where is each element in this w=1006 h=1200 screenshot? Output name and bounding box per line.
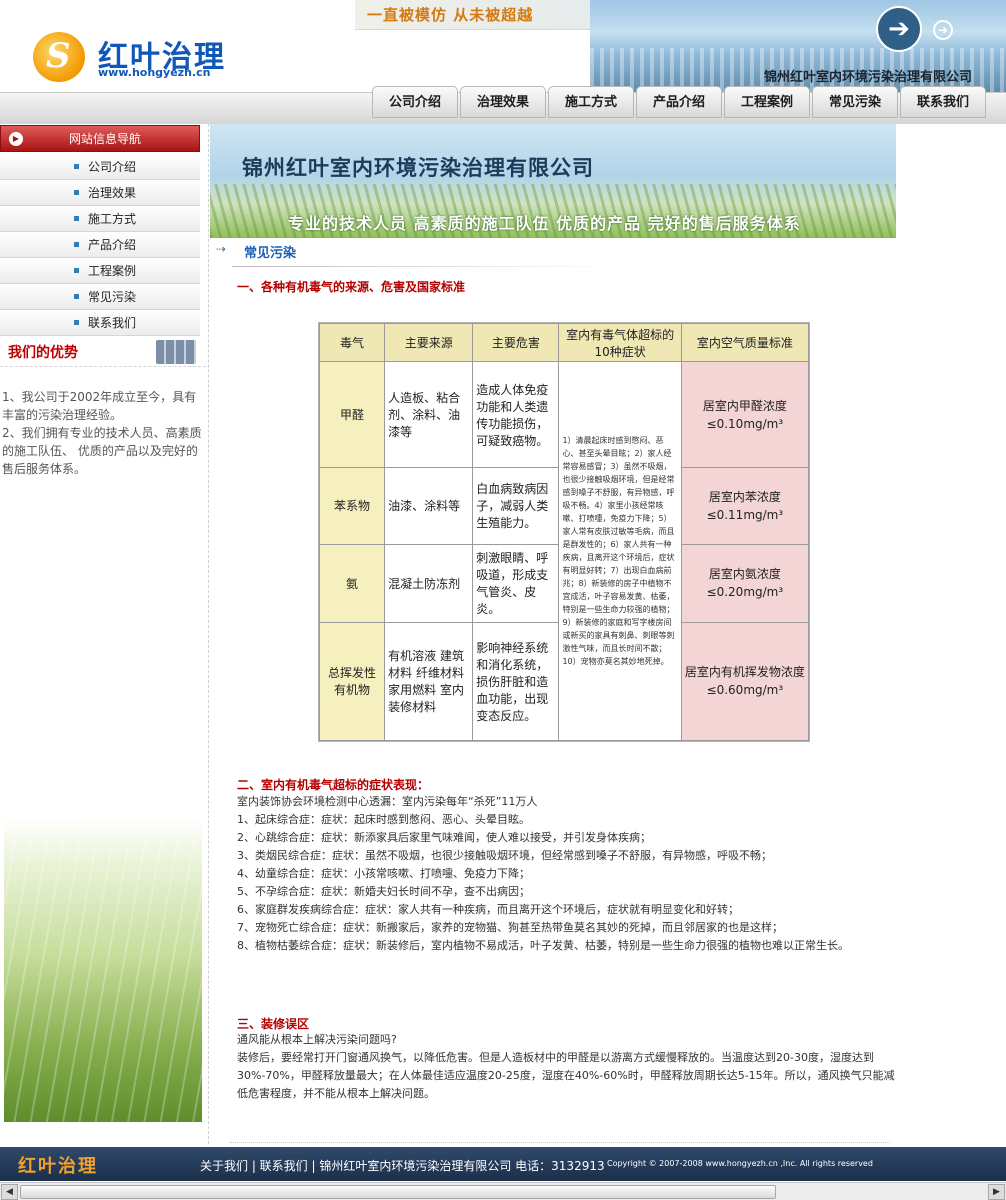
sidebar-title: ▶ 网站信息导航 xyxy=(0,125,200,152)
table-cell-standard: 居室内氨浓度≤0.20mg/m³ xyxy=(680,543,810,623)
table-cell-name: 苯系物 xyxy=(318,467,386,545)
table-cell-source: 人造板、粘合剂、涂料、油漆等 xyxy=(384,361,474,469)
table-cell-source: 有机溶液 建筑材料 纤维材料 家用燃料 室内装修材料 xyxy=(384,621,474,742)
nav-cases[interactable]: 工程案例 xyxy=(724,86,810,118)
toxin-table-image: 毒气 主要来源 主要危害 室内有毒气体超标的10种症状 室内空气质量标准 甲醛 … xyxy=(318,322,810,742)
divider xyxy=(230,1142,890,1143)
text-line: 2、心跳综合症：症状：新添家具后家里气味难闻，使人难以接受，并引发身体疾病； xyxy=(237,831,651,844)
text-line: 6、家庭群发疾病综合症：症状：家人共有一种疾病，而且离开这个环境后，症状就有明显… xyxy=(237,903,739,916)
text-line: 室内装饰协会环境检测中心透漏：室内污染每年“杀死”11万人 xyxy=(237,795,538,808)
scroll-left-icon[interactable]: ◀ xyxy=(1,1184,18,1200)
text-line: 通风能从根本上解决污染问题吗? xyxy=(237,1033,397,1046)
advantages-title: 我们的优势 xyxy=(8,345,78,361)
text-line: 5、不孕综合症：症状：新婚夫妇长时间不孕，查不出病因； xyxy=(237,885,530,898)
advantage-item: 2、我们拥有专业的技术人员、高素质的施工队伍、 优质的产品以及完好的售后服务体系… xyxy=(2,426,202,476)
text-line: 8、植物枯萎综合症：症状：新装修后，室内植物不易成活，叶子发黄、枯萎，特别是一些… xyxy=(237,939,849,952)
logo-icon xyxy=(33,32,85,82)
table-cell-source: 油漆、涂料等 xyxy=(384,467,474,545)
table-header: 室内有毒气体超标的10种症状 xyxy=(558,322,682,363)
table-cell-standard: 居室内苯浓度≤0.11mg/m³ xyxy=(680,467,810,545)
nav-results[interactable]: 治理效果 xyxy=(460,86,546,118)
text-line: 装修后，要经常打开门窗通风换气，以降低危害。但是人造板材中的甲醛是以游离方式缓慢… xyxy=(237,1051,895,1100)
scrollbar-thumb[interactable] xyxy=(20,1185,776,1199)
sidebar-item-contact[interactable]: 联系我们 xyxy=(0,310,200,336)
table-cell-harm: 造成人体免疫功能和人类遗传功能损伤，可疑致癌物。 xyxy=(472,361,560,469)
footer-links[interactable]: 关于我们 | 联系我们 | 锦州红叶室内环境污染治理有限公司 电话：313291… xyxy=(200,1157,605,1174)
advantages-text: 1、我公司于2002年成立至今，具有丰富的污染治理经验。 2、我们拥有专业的技术… xyxy=(2,388,206,478)
banner-title: 锦州红叶室内环境污染治理有限公司 xyxy=(242,156,594,180)
page: { "header": { "slogan": "一直被模仿 从未被超越", "… xyxy=(0,0,1006,1200)
nav-company-intro[interactable]: 公司介绍 xyxy=(372,86,458,118)
section-arrow-icon: ⇢ xyxy=(216,242,227,256)
arrow-right-icon[interactable]: ➔ xyxy=(876,6,922,52)
part1-heading: 一、各种有机毒气的来源、危害及国家标准 xyxy=(237,280,466,294)
part2-body: 室内装饰协会环境检测中心透漏：室内污染每年“杀死”11万人 1、起床综合症：症状… xyxy=(237,793,895,955)
section-title: 常见污染 xyxy=(244,246,297,261)
slogan: 一直被模仿 从未被超越 xyxy=(367,6,534,24)
table-cell-name: 总挥发性有机物 xyxy=(318,621,386,742)
footer-copyright: Copyright © 2007-2008 www.hongyezh.cn ,I… xyxy=(607,1159,873,1168)
table-cell-harm: 刺激眼睛、呼吸道，形成支气管炎、皮炎。 xyxy=(472,543,560,623)
sidebar-item-pollution[interactable]: 常见污染 xyxy=(0,284,200,310)
nav-construction[interactable]: 施工方式 xyxy=(548,86,634,118)
sidebar-item-construction[interactable]: 施工方式 xyxy=(0,206,200,232)
header: 一直被模仿 从未被超越 ➔ ➜ 锦州红叶室内环境污染治理有限公司 红叶治理 ww… xyxy=(0,0,1006,92)
table-header: 主要危害 xyxy=(472,322,560,363)
logo-url: www.hongyezh.cn xyxy=(98,66,211,79)
table-cell-harm: 白血病致病因子，减弱人类生殖能力。 xyxy=(472,467,560,545)
text-line: 3、类烟民综合症：症状：虽然不吸烟，也很少接触吸烟环境，但经常感到嗓子不舒服，有… xyxy=(237,849,772,862)
footer: 红叶治理 关于我们 | 联系我们 | 锦州红叶室内环境污染治理有限公司 电话：3… xyxy=(0,1147,1006,1181)
wheat-image xyxy=(4,818,202,1122)
table-cell-harm: 影响神经系统和消化系统，损伤肝脏和造血功能，出现变态反应。 xyxy=(472,621,560,742)
sidebar-item-company-intro[interactable]: 公司介绍 xyxy=(0,154,200,180)
sidebar-title-label: 网站信息导航 xyxy=(68,132,141,146)
column-divider xyxy=(208,124,209,1144)
text-line: 4、幼童综合症：症状：小孩常咳嗽、打喷嚏、免疫力下降； xyxy=(237,867,530,880)
advantage-item: 1、我公司于2002年成立至今，具有丰富的污染治理经验。 xyxy=(2,390,197,422)
main-nav: 公司介绍 治理效果 施工方式 产品介绍 工程案例 常见污染 联系我们 xyxy=(372,86,988,120)
part3-body: 通风能从根本上解决污染问题吗? 装修后，要经常打开门窗通风换气，以降低危害。但是… xyxy=(237,1031,897,1103)
sidebar-item-products[interactable]: 产品介绍 xyxy=(0,232,200,258)
header-company-name: 锦州红叶室内环境污染治理有限公司 xyxy=(764,70,973,85)
text-line: 7、宠物死亡综合症：症状：新搬家后，家养的宠物猫、狗甚至热带鱼莫名其妙的死掉，而… xyxy=(237,921,783,934)
table-cell-name: 甲醛 xyxy=(318,361,386,469)
section-header: ⇢ 常见污染 xyxy=(212,240,612,262)
part2-heading: 二、室内有机毒气超标的症状表现： xyxy=(237,778,430,792)
part3-heading: 三、装修误区 xyxy=(237,1017,310,1031)
table-cell-symptoms: 1）清晨起床时感到憋闷、恶心、甚至头晕目眩；2）家人经常容易感冒；3）虽然不吸烟… xyxy=(558,361,682,741)
table-header: 主要来源 xyxy=(384,322,474,363)
enter-icon[interactable]: ➜ xyxy=(933,20,953,40)
table-cell-standard: 居室内有机挥发物浓度≤0.60mg/m³ xyxy=(680,621,810,742)
table-cell-name: 氨 xyxy=(318,543,386,623)
nav-contact[interactable]: 联系我们 xyxy=(900,86,986,118)
scroll-right-icon[interactable]: ▶ xyxy=(988,1184,1005,1200)
sidebar-list: 公司介绍 治理效果 施工方式 产品介绍 工程案例 常见污染 联系我们 xyxy=(0,154,200,336)
table-header: 室内空气质量标准 xyxy=(680,322,810,363)
table-header: 毒气 xyxy=(318,322,386,363)
play-icon: ▶ xyxy=(9,132,23,146)
footer-logo: 红叶治理 xyxy=(18,1156,98,1177)
divider xyxy=(0,366,206,367)
nav-pollution[interactable]: 常见污染 xyxy=(812,86,898,118)
table-cell-standard: 居室内甲醛浓度≤0.10mg/m³ xyxy=(680,361,810,469)
banner-subtitle: 专业的技术人员 高素质的施工队伍 优质的产品 完好的售后服务体系 xyxy=(288,214,801,233)
sidebar-item-cases[interactable]: 工程案例 xyxy=(0,258,200,284)
buildings-icon xyxy=(156,340,196,364)
toxin-table: 毒气 主要来源 主要危害 室内有毒气体超标的10种症状 室内空气质量标准 甲醛 … xyxy=(318,322,810,742)
nav-products[interactable]: 产品介绍 xyxy=(636,86,722,118)
text-line: 1、起床综合症：症状：起床时感到憋闷、恶心、头晕目眩。 xyxy=(237,813,530,826)
horizontal-scrollbar[interactable]: ◀ ▶ xyxy=(0,1182,1006,1200)
table-cell-source: 混凝土防冻剂 xyxy=(384,543,474,623)
section-rule xyxy=(232,266,616,267)
banner-image: 锦州红叶室内环境污染治理有限公司 专业的技术人员 高素质的施工队伍 优质的产品 … xyxy=(210,124,896,238)
sidebar-item-results[interactable]: 治理效果 xyxy=(0,180,200,206)
